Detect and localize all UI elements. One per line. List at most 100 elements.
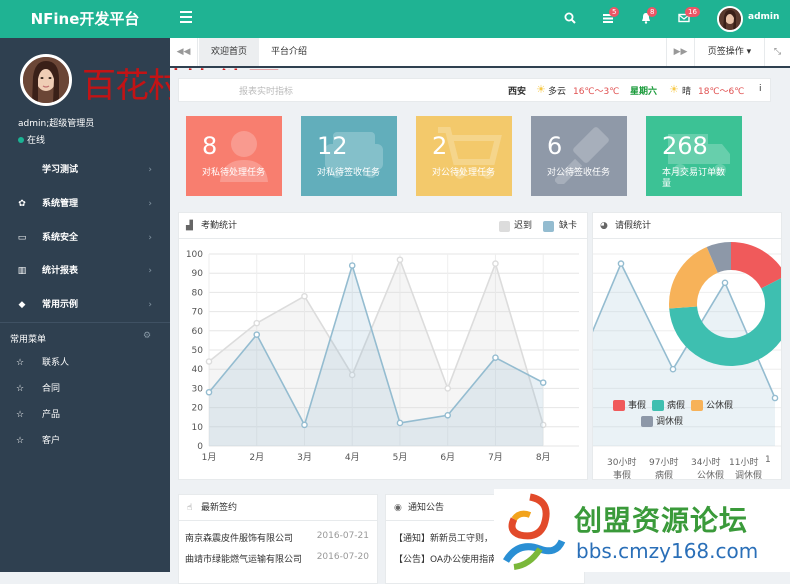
pie-slice xyxy=(731,242,781,289)
forum-watermark: 创盟资源论坛 bbs.cmzy168.com xyxy=(494,489,790,572)
leave-stat-value: 34小时 xyxy=(691,458,721,468)
leave-title: 请假统计 xyxy=(615,221,652,231)
data-point xyxy=(205,388,213,396)
data-point xyxy=(205,358,213,365)
gear-icon[interactable]: ⚙ xyxy=(143,331,151,341)
sidebar-item-customers[interactable]: ☆ 客户 xyxy=(0,428,170,454)
y-tick-label: 70 xyxy=(192,308,204,318)
attendance-chart: 10090807060504030201001月 2月 3月 4月 5月 6月 7月 8月 xyxy=(186,250,579,463)
data-point xyxy=(492,354,499,361)
stat-value: 268 xyxy=(662,132,708,160)
stat-card-private-pending[interactable]: 8 对私待处理任务 xyxy=(186,116,282,196)
data-point xyxy=(444,411,452,419)
y-tick-label: 90 xyxy=(192,269,204,279)
search-icon[interactable] xyxy=(564,12,576,27)
sidebar-item-products[interactable]: ☆ 产品 xyxy=(0,402,170,428)
sidebar-item-label: 统计报表 xyxy=(42,266,79,276)
weather-today-temp: 16℃～3℃ xyxy=(573,87,620,97)
sidebar-item-label: 学习测试 xyxy=(42,165,79,175)
sidebar-item-label: 常用示例 xyxy=(42,300,79,310)
legend-label: 调休假 xyxy=(656,417,684,427)
sidebar-divider xyxy=(0,322,170,323)
user-name[interactable]: admin xyxy=(748,12,779,22)
brand-title: NFine开发平台 xyxy=(30,10,140,28)
x-tick-label: 7月 xyxy=(488,452,503,463)
stat-label: 对公待处理任务 xyxy=(432,168,496,178)
sidebar-item-contracts[interactable]: ☆ 合同 xyxy=(0,376,170,402)
attendance-header: ▟ 考勤统计 迟到 缺卡 xyxy=(179,213,587,239)
tab-platform-intro[interactable]: 平台介绍 xyxy=(259,38,319,66)
monitor-icon: ▭ xyxy=(17,233,27,243)
sidebar-item-examples[interactable]: ◆ 常用示例 › xyxy=(0,288,170,322)
sun-icon: ☀ xyxy=(669,83,679,96)
online-status: 在线 xyxy=(18,133,45,146)
legend-label: 病假 xyxy=(667,401,686,411)
leave-stat-value: 97小时 xyxy=(649,458,679,468)
leave-legend-item[interactable]: 事假 xyxy=(613,398,646,411)
weather-today: 多云 xyxy=(548,87,567,97)
tab-welcome[interactable]: 欢迎首页 xyxy=(199,38,259,66)
tab-scroll-left-icon[interactable]: ◀◀ xyxy=(170,38,198,66)
leave-stat-label: 事假 xyxy=(613,471,632,480)
stat-card-public-unsigned[interactable]: 6 对公待签收任务 xyxy=(531,116,627,196)
stat-value: 2 xyxy=(432,132,448,160)
sidebar-item-system-security[interactable]: ▭ 系统安全 › xyxy=(0,221,170,255)
x-tick-label: 2月 xyxy=(249,452,264,463)
legend-card[interactable]: 缺卡 xyxy=(559,213,577,239)
user-avatar[interactable] xyxy=(717,6,743,32)
sidebar-item-system-management[interactable]: ✿ 系统管理 › xyxy=(0,187,170,221)
notice-row[interactable]: 【通知】新新员工守则， xyxy=(394,531,493,544)
data-point xyxy=(721,279,729,287)
stat-card-private-unsigned[interactable]: 12 对私待签收任务 xyxy=(301,116,397,196)
latest-signed-header: ☝ 最新签约 xyxy=(179,495,377,521)
tab-scroll-right-icon[interactable]: ▶▶ xyxy=(666,38,694,66)
stat-card-monthly-orders[interactable]: 268 本月交易订单数量 xyxy=(646,116,742,196)
leave-stat-value: 11小时 xyxy=(729,458,759,468)
leave-legend-item[interactable]: 病假 xyxy=(652,398,685,411)
page-ops-dropdown[interactable]: 页签操作 ▾ xyxy=(694,38,764,66)
sidebar-item-contacts[interactable]: ☆ 联系人 xyxy=(0,350,170,376)
weather-day: 星期六 xyxy=(630,87,658,97)
data-point xyxy=(301,421,308,429)
stat-card-public-pending[interactable]: 2 对公待处理任务 xyxy=(416,116,512,196)
sidebar-item-label: 系统安全 xyxy=(42,233,79,243)
sidebar-item-reports[interactable]: ▥ 统计报表 › xyxy=(0,254,170,288)
signed-row[interactable]: 南京森震皮件服饰有限公司 2016-07-21 xyxy=(185,531,373,544)
y-tick-label: 30 xyxy=(192,384,204,394)
pie-chart-icon: ◕ xyxy=(600,221,608,231)
sidebar-item-learning[interactable]: 学习测试 › xyxy=(0,153,170,187)
y-tick-label: 100 xyxy=(186,250,203,260)
signed-row[interactable]: 曲靖市绿能燃气运输有限公司 2016-07-20 xyxy=(185,552,373,565)
leave-chart xyxy=(593,242,781,447)
stat-value: 12 xyxy=(317,132,348,160)
leave-stat-value: 30小时 xyxy=(607,458,637,468)
fullscreen-icon[interactable]: ⤡ xyxy=(764,38,790,66)
bar-chart-icon: ▥ xyxy=(17,266,27,276)
x-tick-label: 6月 xyxy=(440,452,455,463)
mail-icon[interactable]: 16 xyxy=(678,7,700,27)
bell-icon[interactable]: 8 xyxy=(640,7,658,27)
legend-swatch-card xyxy=(543,221,554,232)
star-icon: ☆ xyxy=(16,410,25,420)
notice-row[interactable]: 【公告】OA办公使用指南 xyxy=(394,552,497,565)
leave-legend-item[interactable]: 调休假 xyxy=(641,414,683,427)
profile-name: admin;超级管理员 xyxy=(18,119,95,129)
legend-label: 事假 xyxy=(628,401,647,411)
tasks-icon[interactable]: 5 xyxy=(602,7,620,27)
page-ops-label: 页签操作 xyxy=(707,47,744,57)
signed-name: 南京森震皮件服饰有限公司 xyxy=(185,534,294,544)
stat-label: 本月交易订单数量 xyxy=(662,168,726,189)
legend-late[interactable]: 迟到 xyxy=(514,213,532,239)
signed-date: 2016-07-21 xyxy=(316,531,369,541)
stat-label: 对私待签收任务 xyxy=(317,168,381,178)
sidebar-item-label: 联系人 xyxy=(42,358,70,368)
menu-toggle-icon[interactable] xyxy=(180,11,192,23)
leave-legend-item[interactable]: 公休假 xyxy=(691,398,733,411)
data-point xyxy=(444,385,452,392)
data-point xyxy=(348,262,356,269)
leave-stat-label: 病假 xyxy=(655,471,674,480)
profile-avatar[interactable] xyxy=(20,54,72,106)
sidebar-item-label: 产品 xyxy=(42,410,61,420)
weather-bar: 报表实时指标 西安 ☀ 多云 16℃～3℃ 星期六 ☀ 晴 18℃～6℃ i xyxy=(178,78,771,102)
legend-swatch xyxy=(652,400,665,411)
